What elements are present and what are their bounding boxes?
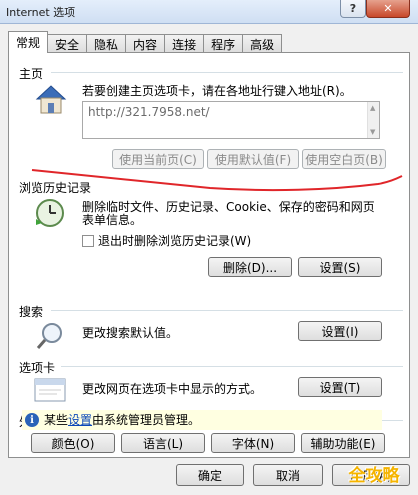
delete-on-exit-checkbox[interactable]: [82, 235, 94, 247]
colors-button[interactable]: 颜色(O): [31, 433, 115, 453]
watermark-logo: 全攻略: [348, 465, 400, 486]
tabs-divider: [61, 366, 403, 367]
close-button[interactable]: ✕: [366, 0, 410, 18]
cancel-button[interactable]: 取消: [253, 464, 323, 486]
delete-on-exit-label: 退出时删除浏览历史记录(W): [98, 234, 252, 248]
homepage-url-value: http://321.7958.net/: [88, 105, 210, 119]
info-message: 某些设置由系统管理员管理。: [44, 414, 200, 427]
ok-button[interactable]: 确定: [176, 464, 244, 486]
homepage-url-textarea[interactable]: http://321.7958.net/ ▲ ▼: [82, 101, 380, 139]
tab-security[interactable]: 安全: [48, 34, 88, 53]
info-suffix: 由系统管理员管理。: [92, 413, 201, 427]
scroll-down-icon[interactable]: ▼: [370, 128, 375, 136]
homepage-description: 若要创建主页选项卡，请在各地址行键入地址(R)。: [82, 84, 352, 98]
history-section-label: 浏览历史记录: [19, 181, 92, 195]
clock-icon: [36, 199, 64, 227]
tab-privacy[interactable]: 隐私: [87, 34, 127, 53]
internet-options-dialog: 常规 安全 隐私 内容 连接 程序 高级 主页 若要创建主页选项卡，请在各地址行…: [0, 24, 418, 495]
accessibility-button[interactable]: 辅助功能(E): [301, 433, 385, 453]
tab-advanced[interactable]: 高级: [243, 34, 283, 53]
scroll-up-icon[interactable]: ▲: [370, 104, 375, 112]
homepage-section-label: 主页: [19, 67, 44, 81]
history-settings-button[interactable]: 设置(S): [298, 257, 382, 277]
homepage-divider: [51, 72, 403, 73]
general-panel: 主页 若要创建主页选项卡，请在各地址行键入地址(R)。 http://321.7…: [8, 52, 410, 458]
tabbed-window-icon: [34, 378, 66, 402]
tabs-settings-button[interactable]: 设置(T): [298, 377, 382, 397]
window-title: Internet 选项: [6, 6, 76, 19]
search-description: 更改搜索默认值。: [82, 326, 179, 340]
use-current-button[interactable]: 使用当前页(C): [112, 149, 204, 169]
tab-content[interactable]: 内容: [126, 34, 166, 53]
url-scrollbar[interactable]: ▲ ▼: [367, 102, 379, 138]
use-default-button[interactable]: 使用默认值(F): [207, 149, 299, 169]
house-icon: [35, 85, 67, 114]
languages-button[interactable]: 语言(L): [121, 433, 205, 453]
tabs-description: 更改网页在选项卡中显示的方式。: [82, 382, 263, 396]
magnifier-icon: [36, 323, 62, 349]
info-settings-link[interactable]: 设置: [68, 413, 92, 427]
admin-info-bar: i 某些设置由系统管理员管理。: [22, 410, 382, 430]
title-bar: Internet 选项 ? ✕: [0, 0, 418, 24]
search-section-label: 搜索: [19, 305, 44, 319]
tab-strip: 常规 安全 隐私 内容 连接 程序 高级: [8, 31, 283, 53]
tab-general[interactable]: 常规: [8, 31, 49, 53]
info-icon: i: [25, 413, 39, 427]
history-description: 删除临时文件、历史记录、Cookie、保存的密码和网页表单信息。: [82, 200, 375, 227]
tab-connections[interactable]: 连接: [165, 34, 205, 53]
search-settings-button[interactable]: 设置(I): [298, 321, 382, 341]
search-divider: [51, 310, 403, 311]
info-prefix: 某些: [44, 413, 69, 427]
use-blank-button[interactable]: 使用空白页(B): [302, 149, 386, 169]
delete-history-button[interactable]: 删除(D)...: [208, 257, 292, 277]
tabs-section-label: 选项卡: [19, 361, 56, 375]
tab-programs[interactable]: 程序: [204, 34, 244, 53]
fonts-button[interactable]: 字体(N): [211, 433, 295, 453]
help-button[interactable]: ?: [340, 0, 366, 18]
